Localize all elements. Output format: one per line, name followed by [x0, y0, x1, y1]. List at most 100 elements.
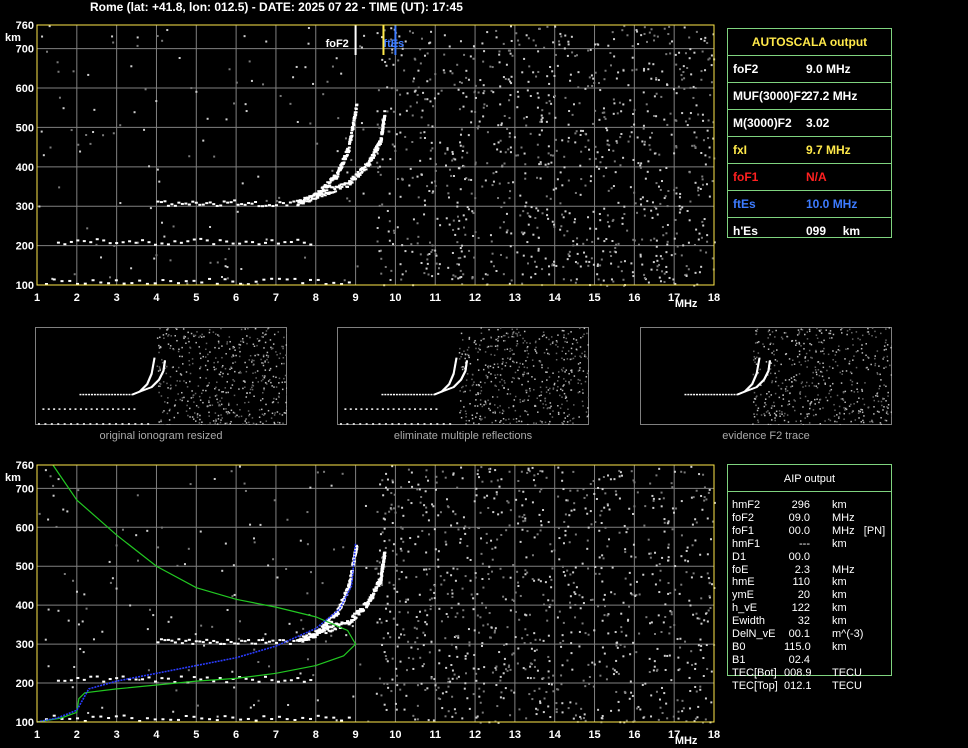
- thumbnail-trace: [372, 423, 375, 425]
- thumbnail-noise: [285, 344, 287, 346]
- noise-dot: [441, 707, 444, 710]
- echo-point: [184, 280, 188, 283]
- thumbnail-noise: [582, 392, 584, 394]
- noise-dot: [477, 91, 480, 94]
- noise-dot: [71, 686, 74, 689]
- thumbnail-noise: [798, 361, 801, 363]
- thumbnail-noise: [212, 331, 215, 333]
- noise-dot: [699, 249, 702, 252]
- echo-point: [180, 202, 184, 205]
- thumbnail-noise: [853, 355, 855, 357]
- thumbnail-noise: [468, 338, 471, 340]
- echo-point: [177, 201, 181, 204]
- noise-dot: [491, 671, 494, 674]
- thumbnail-noise: [213, 368, 216, 371]
- noise-dot: [602, 175, 605, 178]
- noise-dot: [658, 591, 661, 594]
- echo-point: [212, 243, 216, 246]
- noise-dot: [430, 597, 433, 600]
- noise-dot: [264, 633, 267, 636]
- noise-dot: [425, 573, 428, 576]
- thumbnail-noise: [274, 412, 276, 414]
- thumbnail-noise: [197, 406, 200, 409]
- noise-dot: [56, 61, 59, 64]
- noise-dot: [481, 642, 484, 645]
- thumbnail-noise: [573, 404, 575, 406]
- noise-dot: [377, 572, 380, 575]
- thumbnail-noise: [178, 355, 181, 358]
- noise-dot: [519, 540, 522, 543]
- noise-dot: [383, 651, 386, 654]
- thumbnail-noise: [508, 406, 510, 409]
- thumbnail-noise: [176, 328, 178, 331]
- echo-point: [156, 641, 160, 644]
- noise-dot: [560, 645, 563, 648]
- noise-dot: [624, 551, 627, 554]
- thumbnail-noise: [499, 374, 502, 376]
- noise-dot: [690, 496, 693, 499]
- noise-dot: [590, 175, 593, 178]
- noise-dot: [577, 71, 580, 74]
- noise-dot: [553, 264, 556, 267]
- noise-dot: [620, 270, 623, 273]
- noise-dot: [558, 43, 561, 46]
- thumbnail-trace: [365, 408, 368, 410]
- noise-dot: [678, 205, 681, 208]
- noise-dot: [626, 527, 629, 530]
- echo-point: [267, 204, 271, 207]
- noise-dot: [638, 632, 641, 635]
- noise-dot: [397, 59, 400, 62]
- noise-dot: [645, 40, 648, 43]
- noise-dot: [568, 212, 571, 215]
- noise-dot: [474, 576, 477, 579]
- echo-point: [289, 679, 293, 682]
- noise-dot: [508, 116, 511, 119]
- noise-dot: [49, 146, 52, 149]
- noise-dot: [483, 666, 486, 669]
- noise-dot: [689, 200, 692, 203]
- thumbnail-noise: [218, 389, 220, 391]
- noise-dot: [77, 489, 80, 492]
- noise-dot: [432, 105, 435, 108]
- thumbnail-noise: [156, 337, 159, 339]
- noise-dot: [429, 604, 432, 607]
- noise-dot: [419, 48, 422, 51]
- thumbnail-noise: [849, 328, 851, 331]
- aip-param-name: D1: [732, 550, 747, 563]
- thumbnail-noise: [460, 356, 462, 358]
- noise-dot: [477, 469, 480, 472]
- noise-dot: [503, 114, 506, 117]
- thumbnail-noise: [476, 412, 478, 415]
- echo-point: [379, 140, 383, 143]
- thumbnail-noise: [754, 357, 757, 360]
- noise-dot: [534, 484, 537, 487]
- thumbnail-noise: [197, 385, 200, 387]
- thumbnail-noise: [795, 379, 797, 382]
- noise-dot: [571, 113, 574, 116]
- noise-dot: [160, 526, 163, 529]
- noise-dot: [647, 160, 650, 163]
- thumbnail-noise: [482, 338, 484, 340]
- noise-dot: [73, 665, 76, 668]
- noise-dot: [672, 511, 675, 514]
- thumbnail-noise: [891, 415, 892, 417]
- noise-dot: [509, 25, 512, 28]
- noise-dot: [508, 49, 511, 52]
- thumbnail-noise: [245, 396, 248, 398]
- noise-dot: [652, 506, 655, 509]
- thumbnail-noise: [179, 398, 181, 401]
- noise-dot: [522, 520, 525, 523]
- noise-dot: [456, 568, 459, 571]
- thumbnail-noise: [225, 353, 227, 355]
- thumbnail-noise: [160, 419, 162, 421]
- noise-dot: [383, 703, 386, 706]
- noise-dot: [594, 572, 597, 575]
- noise-dot: [536, 472, 539, 475]
- noise-dot: [542, 509, 545, 512]
- thumbnail-noise: [568, 413, 570, 416]
- noise-dot: [553, 94, 556, 97]
- noise-dot: [499, 139, 502, 142]
- thumbnail-noise: [557, 405, 559, 407]
- thumbnail-noise: [500, 420, 502, 422]
- noise-dot: [632, 543, 635, 546]
